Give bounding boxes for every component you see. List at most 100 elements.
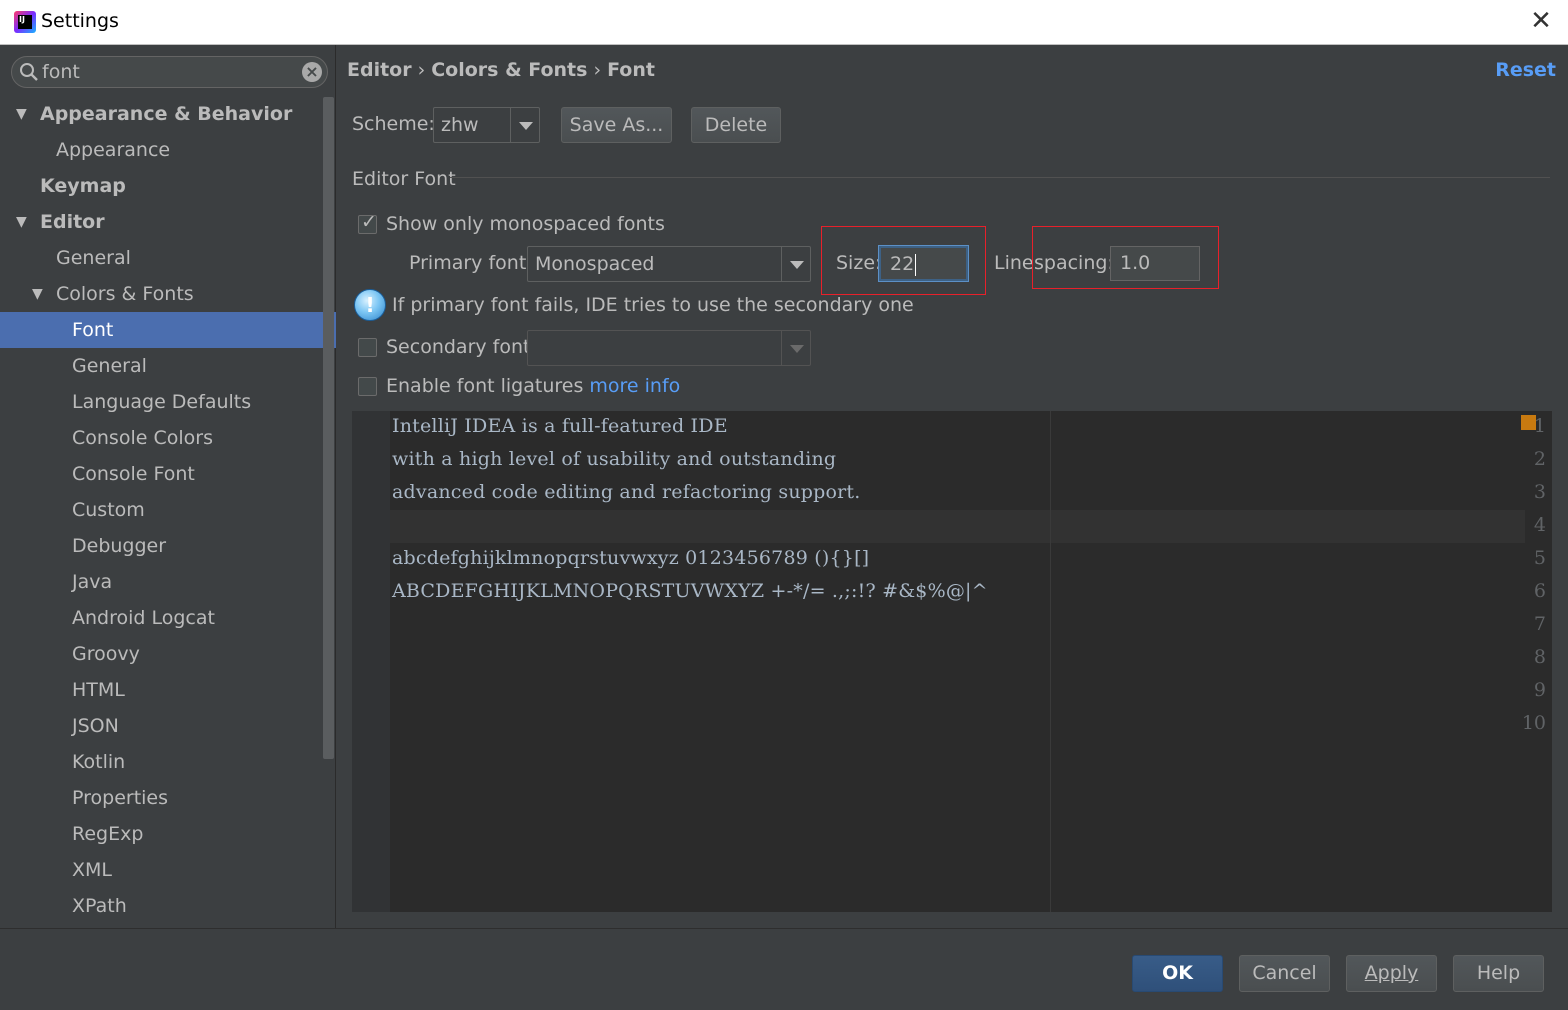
- title-bar: IJ Settings ✕: [0, 0, 1568, 45]
- preview-code-line: abcdefghijklmnopqrstuvwxyz 0123456789 ()…: [392, 547, 870, 569]
- tree-item[interactable]: JSON: [0, 708, 322, 744]
- breadcrumb-separator: ›: [593, 59, 602, 81]
- tree-item[interactable]: Custom: [0, 492, 322, 528]
- line-number: 8: [1533, 646, 1546, 668]
- tree-item[interactable]: Kotlin: [0, 744, 322, 780]
- tree-item[interactable]: Debugger: [0, 528, 322, 564]
- apply-button-label: Apply: [1364, 962, 1419, 984]
- tree-item[interactable]: RegExp: [0, 816, 322, 852]
- tree-item[interactable]: Keymap: [0, 168, 322, 204]
- expand-arrow-icon[interactable]: ▼: [32, 276, 43, 312]
- tree-item-label: XPath: [72, 895, 127, 917]
- checkmark-icon: ✓: [361, 211, 377, 233]
- preview-code-line: ABCDEFGHIJKLMNOPQRSTUVWXYZ +-*/= .,;:!? …: [392, 580, 988, 602]
- clear-search-icon[interactable]: ×: [302, 62, 322, 82]
- secondary-font-combobox[interactable]: [527, 330, 811, 366]
- font-size-input[interactable]: 22: [879, 246, 968, 281]
- line-spacing-input[interactable]: 1.0: [1110, 246, 1200, 281]
- right-margin-guide: [1050, 411, 1051, 912]
- tree-item[interactable]: Language Defaults: [0, 384, 322, 420]
- tree-item[interactable]: Android Logcat: [0, 600, 322, 636]
- tree-item[interactable]: ▼ Colors & Fonts: [0, 276, 322, 312]
- tree-item-label: Groovy: [72, 643, 140, 665]
- line-number: 10: [1521, 712, 1546, 734]
- more-info-link[interactable]: more info: [589, 375, 680, 397]
- section-divider: [450, 177, 1550, 178]
- tree-item[interactable]: General: [0, 240, 322, 276]
- expand-arrow-icon[interactable]: ▼: [16, 96, 27, 132]
- scheme-combobox[interactable]: zhw: [433, 107, 540, 143]
- tree-item-label: JSON: [72, 715, 119, 737]
- tree-item[interactable]: Java: [0, 564, 322, 600]
- mono-fonts-label: Show only monospaced fonts: [386, 213, 665, 235]
- line-number: 6: [1533, 580, 1546, 602]
- cancel-button[interactable]: Cancel: [1239, 955, 1330, 992]
- tree-item[interactable]: HTML: [0, 672, 322, 708]
- secondary-font-checkbox[interactable]: [358, 338, 377, 357]
- tree-item-label: Appearance: [56, 139, 171, 161]
- settings-tree: ▼ Appearance & Behavior Appearance Keymap ▼ E…: [0, 96, 336, 924]
- line-number: 7: [1533, 613, 1546, 635]
- ok-button[interactable]: OK: [1132, 955, 1223, 992]
- tree-item[interactable]: General: [0, 348, 322, 384]
- tree-item[interactable]: Appearance: [0, 132, 322, 168]
- tree-item[interactable]: XML: [0, 852, 322, 888]
- tree-item-label: Properties: [72, 787, 169, 809]
- tree-item-label: Font: [72, 319, 114, 341]
- tree-item[interactable]: Properties: [0, 780, 322, 816]
- tree-item-label: Kotlin: [72, 751, 126, 773]
- close-icon[interactable]: ✕: [1528, 8, 1554, 34]
- expand-arrow-icon[interactable]: ▼: [16, 204, 27, 240]
- tree-item[interactable]: ▼ Appearance & Behavior: [0, 96, 322, 132]
- line-number: 3: [1533, 481, 1546, 503]
- search-input[interactable]: [42, 59, 302, 85]
- tree-item[interactable]: ▼ Editor: [0, 204, 322, 240]
- tree-item-label: Debugger: [72, 535, 167, 557]
- tree-item-label: Appearance & Behavior: [40, 103, 293, 125]
- line-number: 5: [1533, 547, 1546, 569]
- chevron-down-icon: [781, 331, 810, 365]
- tree-item-label: Console Font: [72, 463, 195, 485]
- secondary-font-label: Secondary font:: [386, 336, 537, 358]
- tree-item-label: Keymap: [40, 175, 126, 197]
- breadcrumb-colors-fonts: Colors & Fonts: [431, 59, 588, 81]
- preview-code-line: with a high level of usability and outst…: [392, 448, 837, 470]
- chevron-down-icon: [781, 247, 810, 281]
- save-as-button[interactable]: Save As...: [561, 107, 672, 143]
- apply-button[interactable]: Apply: [1346, 955, 1437, 992]
- tree-item[interactable]: XPath: [0, 888, 322, 924]
- scheme-value: zhw: [441, 114, 479, 136]
- ligatures-checkbox[interactable]: [358, 377, 377, 396]
- breadcrumb-font: Font: [607, 59, 655, 81]
- size-label: Size:: [836, 252, 882, 274]
- error-stripe-marker[interactable]: [1521, 415, 1536, 430]
- tree-item-label: Android Logcat: [72, 607, 215, 629]
- breadcrumb-editor: Editor: [347, 59, 412, 81]
- line-number: 9: [1533, 679, 1546, 701]
- caret-row-highlight: [390, 510, 1525, 543]
- window-title: Settings: [41, 10, 119, 32]
- tree-item-label: HTML: [72, 679, 125, 701]
- tree-item-label: Custom: [72, 499, 145, 521]
- reset-link[interactable]: Reset: [1495, 59, 1556, 81]
- tree-item-label: Console Colors: [72, 427, 213, 449]
- primary-font-value: Monospaced: [535, 253, 655, 275]
- primary-font-combobox[interactable]: Monospaced: [527, 246, 811, 282]
- tree-item[interactable]: Groovy: [0, 636, 322, 672]
- help-button[interactable]: Help: [1453, 955, 1544, 992]
- spacing-label: spacing:: [1034, 252, 1114, 274]
- mono-fonts-checkbox[interactable]: ✓: [358, 211, 377, 234]
- tree-item[interactable]: Font: [0, 312, 336, 348]
- line-number: 2: [1533, 448, 1546, 470]
- tree-item[interactable]: Console Colors: [0, 420, 322, 456]
- secondary-font-hint: If primary font fails, IDE tries to use …: [392, 294, 914, 316]
- tree-item-label: RegExp: [72, 823, 144, 845]
- settings-sidebar: × ▼ Appearance & Behavior Appearance Keymap…: [0, 45, 336, 928]
- sidebar-scrollbar-thumb[interactable]: [323, 97, 334, 759]
- tree-item[interactable]: Console Font: [0, 456, 322, 492]
- search-icon: [20, 63, 38, 81]
- tree-item-label: Colors & Fonts: [56, 283, 194, 305]
- font-preview-editor[interactable]: 1 IntelliJ IDEA is a full-featured IDE 2 wi…: [352, 411, 1552, 912]
- main-panel: Editor › Colors & Fonts › Font Reset Scheme:…: [337, 45, 1568, 928]
- delete-button[interactable]: Delete: [691, 107, 781, 143]
